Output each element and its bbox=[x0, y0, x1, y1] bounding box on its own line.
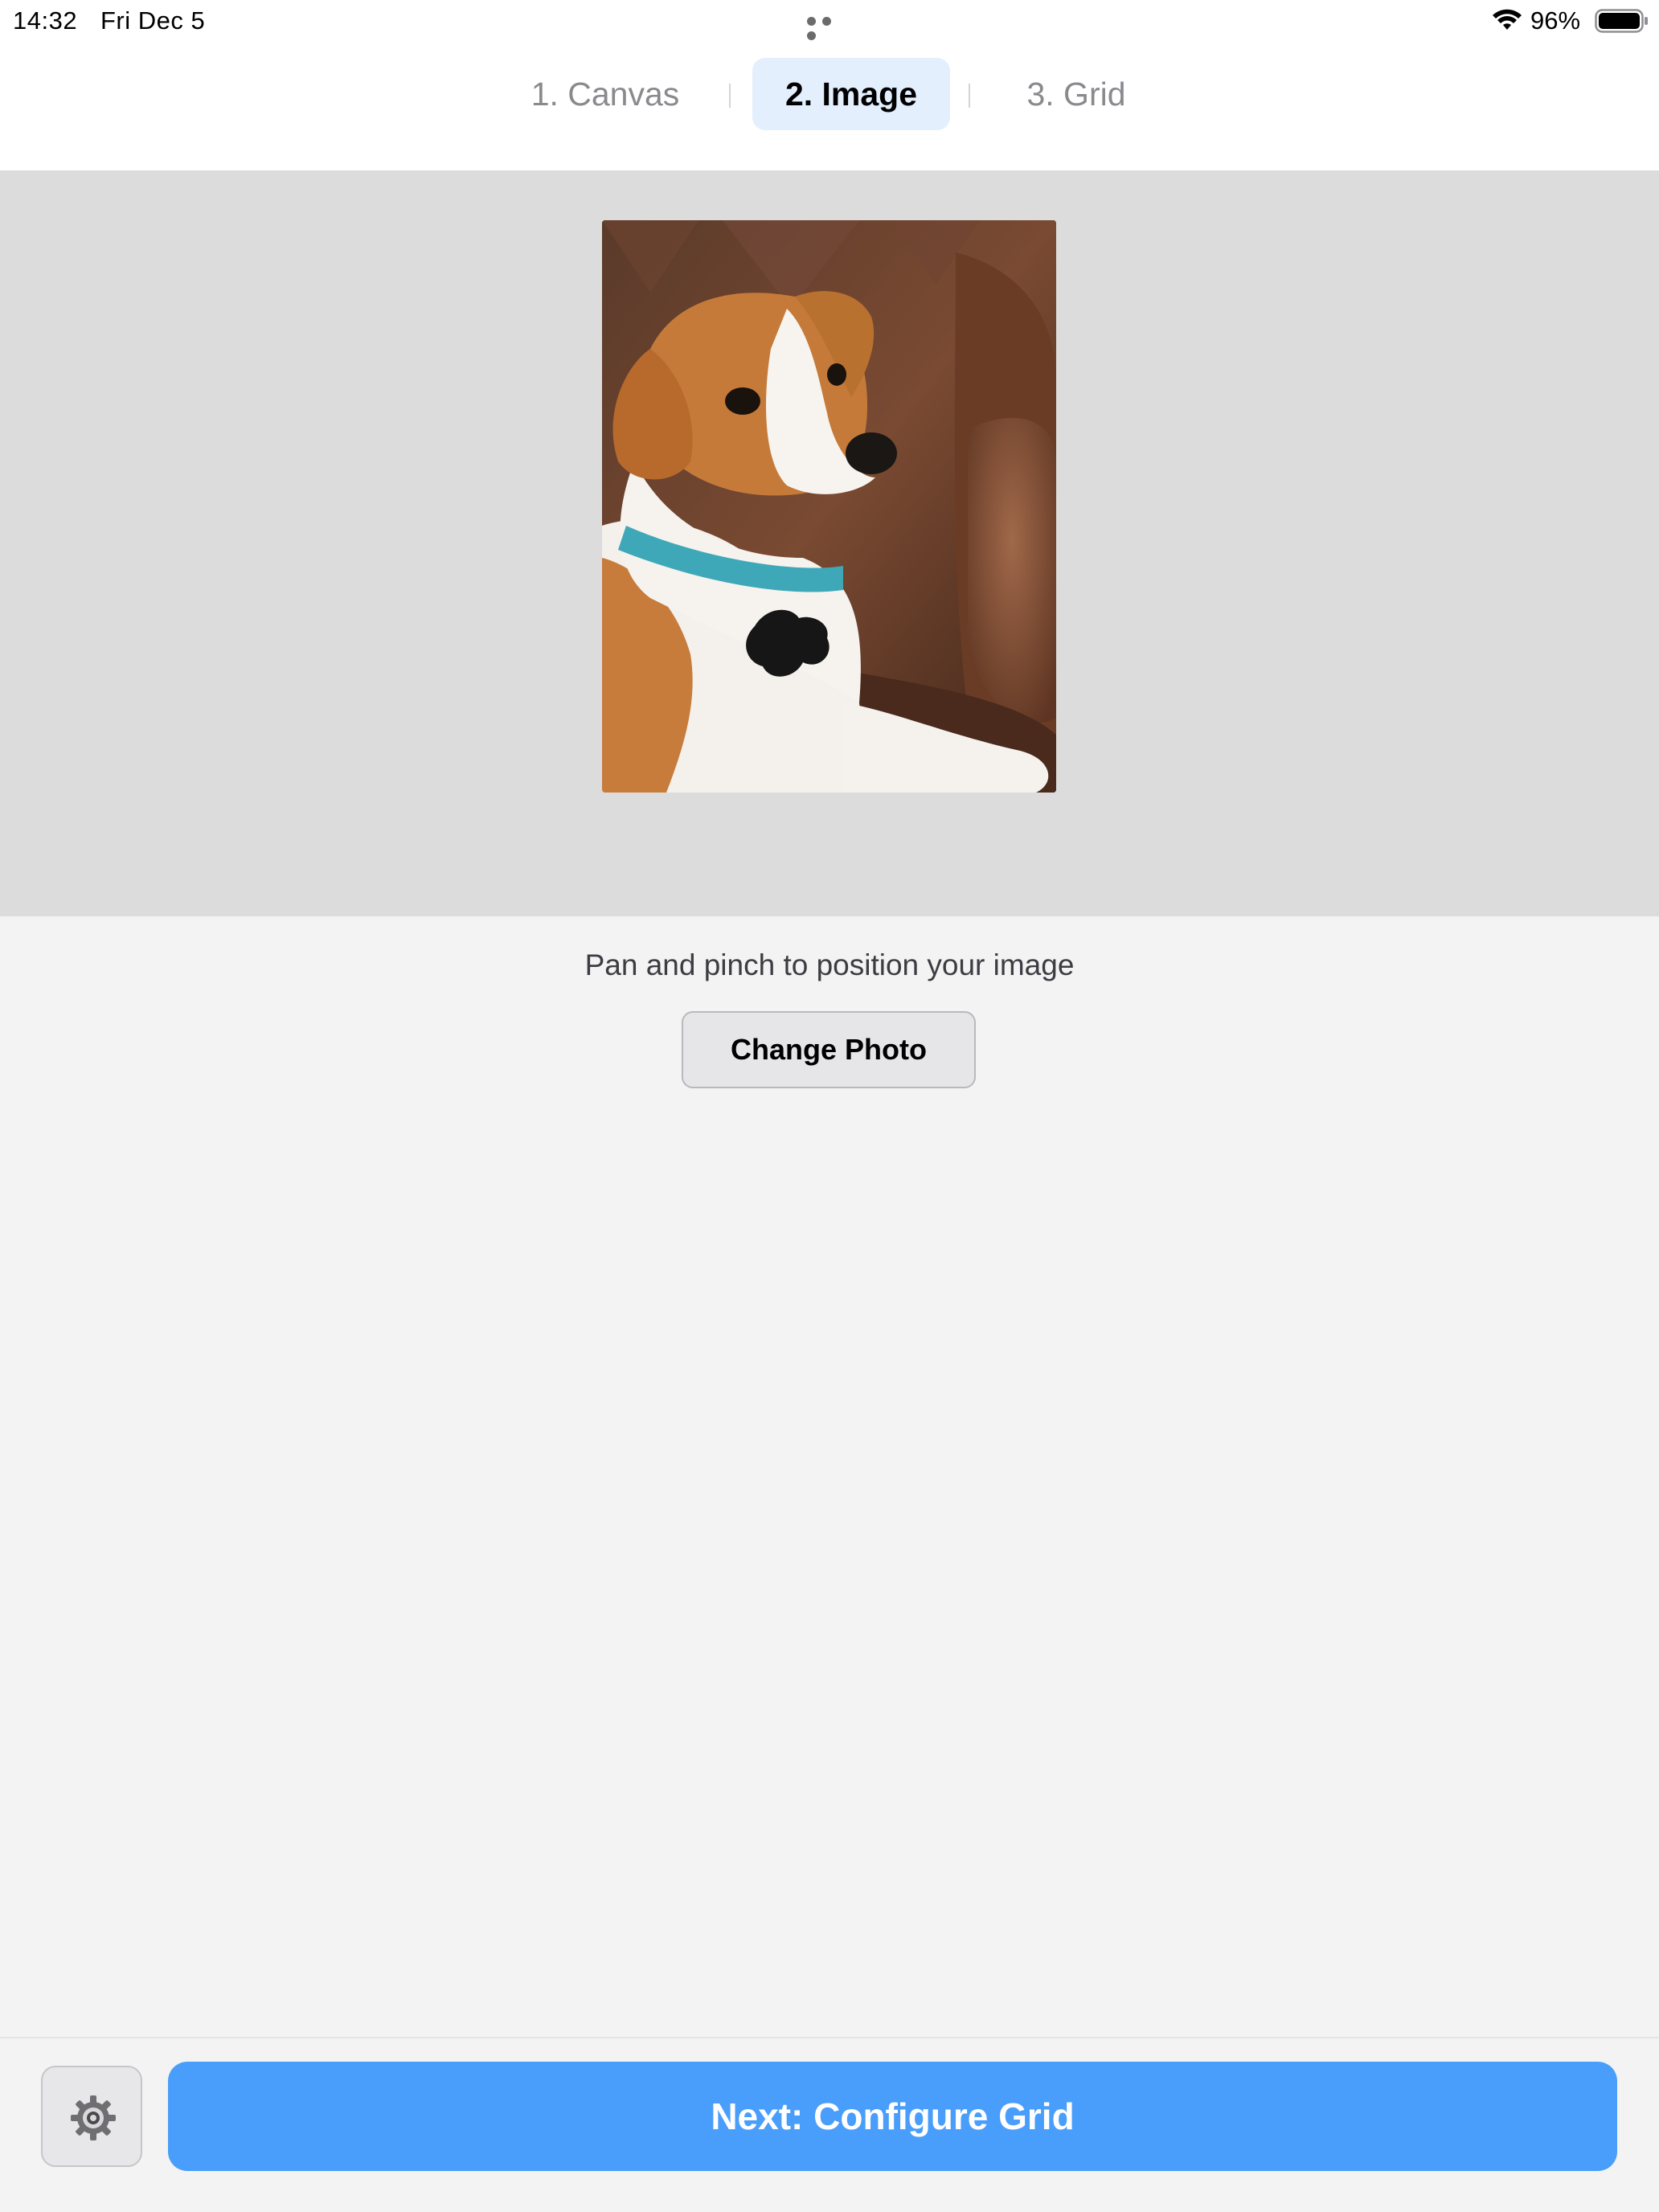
bottom-divider bbox=[0, 2037, 1659, 2038]
step-tab-bar: 1. Canvas 2. Image 3. Grid bbox=[0, 40, 1659, 170]
next-configure-grid-button[interactable]: Next: Configure Grid bbox=[168, 2062, 1617, 2171]
tab-divider bbox=[969, 84, 970, 108]
status-time: 14:32 bbox=[13, 6, 78, 35]
tab-divider bbox=[729, 84, 731, 108]
battery-icon bbox=[1595, 9, 1648, 33]
image-preview-area[interactable] bbox=[0, 170, 1659, 916]
tab-image[interactable]: 2. Image bbox=[752, 58, 950, 130]
tab-grid[interactable]: 3. Grid bbox=[985, 58, 1167, 130]
tab-canvas[interactable]: 1. Canvas bbox=[514, 58, 696, 130]
change-photo-button[interactable]: Change Photo bbox=[682, 1011, 976, 1088]
dog-photo[interactable] bbox=[602, 220, 1056, 793]
status-date: Fri Dec 5 bbox=[100, 6, 206, 35]
ellipsis-icon[interactable] bbox=[807, 15, 852, 40]
hint-text: Pan and pinch to position your image bbox=[584, 948, 1075, 981]
battery-percent: 96% bbox=[1530, 6, 1581, 35]
gear-icon bbox=[71, 2095, 116, 2140]
settings-button[interactable] bbox=[41, 2066, 142, 2167]
status-bar: 14:32 Fri Dec 5 96% bbox=[0, 0, 1659, 40]
wifi-icon bbox=[1493, 9, 1522, 30]
